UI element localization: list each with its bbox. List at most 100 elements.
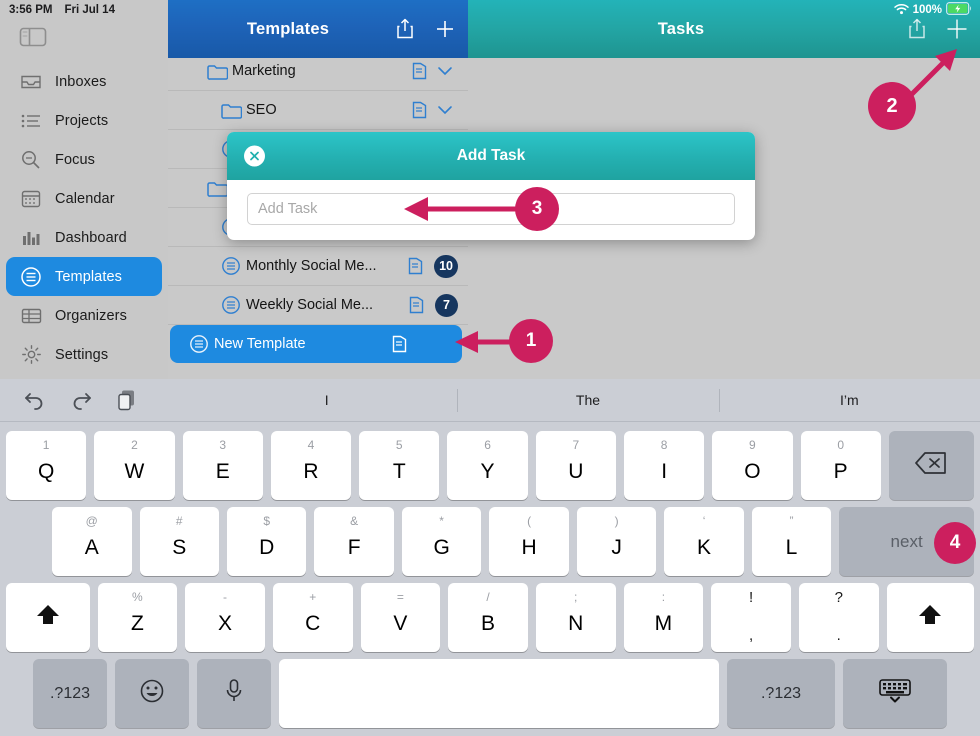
bar-chart-icon: [18, 227, 44, 249]
key-j[interactable]: ) J: [576, 507, 657, 576]
template-row-monthly-social-media[interactable]: Monthly Social Me... 10: [168, 247, 468, 286]
keyboard-row-1: 1Q 2W 3E 4R 5T 6Y 7U 8I 9O 0P: [6, 431, 974, 500]
key-s[interactable]: # S: [139, 507, 219, 576]
key-u[interactable]: 7U: [535, 431, 616, 500]
key-v[interactable]: = V: [360, 583, 441, 652]
inbox-icon: [18, 71, 44, 93]
key-alt-label: @: [85, 514, 98, 528]
annotation-marker-1: 1: [509, 319, 553, 363]
template-icon: [216, 295, 246, 315]
share-icon[interactable]: [392, 14, 418, 44]
sidebar-item-projects[interactable]: Projects: [6, 101, 162, 140]
keyboard-dismiss-key[interactable]: [843, 659, 947, 728]
template-row-label: Monthly Social Me...: [246, 258, 377, 274]
key-f[interactable]: & F: [314, 507, 394, 576]
dictation-key[interactable]: [197, 659, 271, 728]
suggestion-item[interactable]: I’m: [718, 379, 980, 422]
sidebar-item-label: Projects: [55, 112, 109, 129]
shift-key-left[interactable]: [5, 583, 90, 652]
table-icon: [18, 305, 44, 327]
document-icon[interactable]: [408, 100, 432, 120]
key-x[interactable]: -X: [185, 583, 265, 652]
list-icon: [18, 110, 44, 132]
key-alt-label: 6: [484, 438, 491, 452]
numbers-key-right[interactable]: .?123: [727, 659, 835, 728]
template-row-weekly-social-media[interactable]: Weekly Social Me... 7: [168, 286, 468, 325]
chevron-down-icon[interactable]: [432, 65, 458, 77]
key-k[interactable]: ‘K: [664, 507, 744, 576]
key-g[interactable]: * G: [401, 507, 482, 576]
paste-icon[interactable]: [114, 387, 140, 413]
key-y[interactable]: 6Y: [447, 431, 528, 500]
sidebar-item-focus[interactable]: Focus: [6, 140, 162, 179]
task-count-badge: 10: [434, 254, 458, 278]
space-key[interactable]: [279, 659, 719, 728]
plus-icon[interactable]: [432, 14, 458, 44]
suggestion-item[interactable]: I: [196, 379, 457, 422]
key-label: F: [347, 536, 361, 559]
keyboard-dismiss-icon: [878, 678, 912, 709]
template-row-new-template[interactable]: New Template: [170, 325, 462, 363]
key-c[interactable]: + C: [272, 583, 353, 652]
sidebar-item-organizers[interactable]: Organizers: [6, 296, 162, 335]
sidebar-toggle-icon[interactable]: [19, 26, 47, 48]
status-time: 3:56 PM: [9, 4, 53, 16]
template-row-marketing[interactable]: Marketing: [168, 52, 468, 91]
key-l[interactable]: ” L: [751, 507, 832, 576]
key-o[interactable]: 9O: [712, 431, 793, 500]
key-alt-label: ): [614, 514, 619, 528]
sidebar-item-settings[interactable]: Settings: [6, 335, 162, 374]
key-alt-label: 0: [837, 438, 845, 452]
key-h[interactable]: (H: [489, 507, 569, 576]
key-a[interactable]: @ A: [52, 507, 132, 576]
document-icon[interactable]: [405, 295, 429, 315]
key-d[interactable]: $ D: [226, 507, 307, 576]
keyboard-row-4: .?123 .?123: [6, 659, 974, 728]
template-row-seo[interactable]: SEO: [168, 91, 468, 130]
document-icon[interactable]: [388, 334, 412, 354]
emoji-key[interactable]: [115, 659, 189, 728]
suggestion-item[interactable]: The: [457, 379, 718, 422]
tasks-header-actions: [904, 0, 970, 58]
key-e[interactable]: 3E: [182, 431, 263, 500]
key-n[interactable]: ; N: [535, 583, 616, 652]
add-task-input[interactable]: [247, 193, 735, 225]
key-question-period[interactable]: ? .: [798, 583, 879, 652]
tasks-header: 100% Tasks: [468, 0, 980, 58]
template-row-label: New Template: [214, 336, 306, 352]
key-z[interactable]: % Z: [97, 583, 178, 652]
sidebar-item-label: Calendar: [55, 190, 115, 207]
tasks-add-button[interactable]: [944, 14, 970, 44]
key-q[interactable]: 1Q: [6, 431, 87, 500]
key-t[interactable]: 5T: [359, 431, 440, 500]
backspace-key[interactable]: [888, 431, 974, 500]
numbers-key-left[interactable]: .?123: [33, 659, 107, 728]
redo-icon[interactable]: [68, 387, 94, 413]
key-w[interactable]: 2W: [94, 431, 175, 500]
sidebar-item-calendar[interactable]: Calendar: [6, 179, 162, 218]
undo-icon[interactable]: [22, 387, 48, 413]
close-icon[interactable]: [244, 145, 265, 167]
key-p[interactable]: 0P: [800, 431, 881, 500]
sidebar: 3:56 PM Fri Jul 14 Inboxes Projects Focu…: [0, 0, 168, 379]
share-icon[interactable]: [904, 14, 930, 44]
template-row-label: Marketing: [232, 63, 296, 79]
sidebar-item-inboxes[interactable]: Inboxes: [6, 62, 162, 101]
on-screen-keyboard: I The I’m 1Q 2W 3E 4R 5T 6Y 7U 8I 9O 0P: [0, 379, 980, 736]
key-m[interactable]: :M: [623, 583, 704, 652]
key-i[interactable]: 8I: [623, 431, 705, 500]
key-alt-label: ”: [789, 514, 794, 528]
key-r[interactable]: 4R: [270, 431, 352, 500]
shift-key-right[interactable]: [886, 583, 975, 652]
sidebar-item-label: Organizers: [55, 307, 127, 324]
key-label: Y: [480, 460, 495, 483]
key-exclamation-comma[interactable]: ! ,: [711, 583, 791, 652]
document-icon[interactable]: [404, 256, 428, 276]
key-b[interactable]: / B: [448, 583, 528, 652]
key-alt-label: &: [350, 514, 359, 528]
document-icon[interactable]: [408, 61, 432, 81]
sidebar-item-templates[interactable]: Templates: [6, 257, 162, 296]
sidebar-item-dashboard[interactable]: Dashboard: [6, 218, 162, 257]
key-alt-label: %: [132, 590, 143, 604]
chevron-down-icon[interactable]: [432, 104, 458, 116]
